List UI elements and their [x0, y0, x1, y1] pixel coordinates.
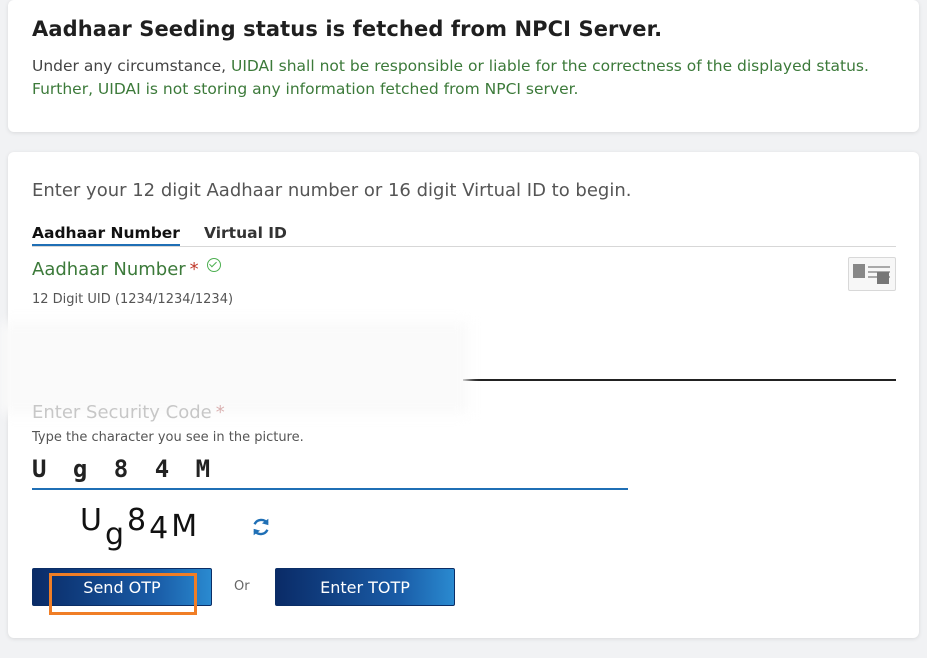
captcha-char: M — [171, 509, 201, 544]
security-code-hint: Type the character you see in the pictur… — [32, 430, 304, 445]
required-mark: * — [189, 259, 199, 280]
captcha-image: Ug84M — [80, 503, 220, 555]
refresh-icon[interactable] — [250, 516, 272, 538]
send-otp-button[interactable]: Send OTP — [32, 568, 212, 606]
tab-virtual-id[interactable]: Virtual ID — [204, 224, 287, 242]
captcha-char: g — [104, 517, 128, 552]
aadhaar-number-label: Aadhaar Number * — [32, 258, 221, 280]
security-code-input[interactable] — [32, 452, 628, 490]
redaction-blur — [0, 322, 468, 414]
security-code-label-text: Enter Security Code — [32, 402, 212, 423]
form-intro: Enter your 12 digit Aadhaar number or 16… — [32, 180, 632, 201]
aadhaar-card-icon — [848, 257, 896, 291]
aadhaar-number-input[interactable] — [463, 379, 896, 381]
tab-aadhaar-number[interactable]: Aadhaar Number — [32, 224, 180, 246]
id-type-tabs: Aadhaar Number Virtual ID — [32, 222, 896, 247]
required-mark: * — [215, 402, 225, 423]
captcha-char: 8 — [127, 503, 150, 538]
notice-text: Under any circumstance, UIDAI shall not … — [32, 55, 892, 101]
or-separator: Or — [234, 579, 250, 594]
aadhaar-number-label-text: Aadhaar Number — [32, 259, 186, 280]
notice-card: Aadhaar Seeding status is fetched from N… — [8, 0, 919, 132]
check-circle-icon — [206, 258, 221, 272]
aadhaar-number-hint: 12 Digit UID (1234/1234/1234) — [32, 292, 234, 307]
aadhaar-form-card: Enter your 12 digit Aadhaar number or 16… — [0, 152, 919, 638]
notice-title: Aadhaar Seeding status is fetched from N… — [32, 17, 663, 41]
security-code-label: Enter Security Code * — [32, 402, 225, 423]
enter-totp-button[interactable]: Enter TOTP — [275, 568, 455, 606]
captcha-char: U — [80, 503, 105, 538]
notice-text-lead: Under any circumstance, — [32, 57, 231, 75]
captcha-char: 4 — [149, 511, 172, 546]
